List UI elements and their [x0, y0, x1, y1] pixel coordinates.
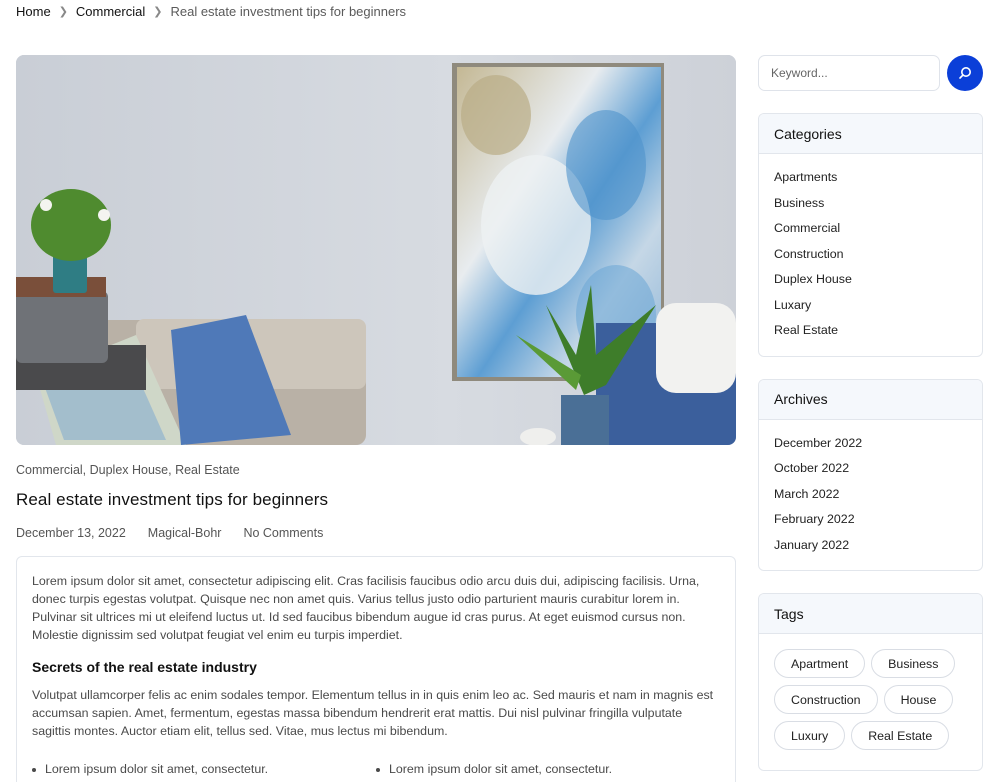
post-comments-link[interactable]: No Comments — [243, 526, 323, 540]
chevron-right-icon: ❯ — [153, 6, 163, 18]
sidebar: Categories Apartments Business Commercia… — [758, 55, 983, 771]
post-content: Lorem ipsum dolor sit amet, consectetur … — [16, 556, 736, 782]
archive-link[interactable]: October 2022 — [774, 461, 849, 475]
tag-pill[interactable]: Apartment — [774, 649, 866, 678]
breadcrumb-home-link[interactable]: Home — [16, 4, 51, 19]
list-item: Lorem ipsum dolor sit amet, consectetur. — [32, 762, 376, 776]
search-form — [758, 55, 983, 91]
post-title: Real estate investment tips for beginner… — [16, 490, 329, 509]
archive-link[interactable]: March 2022 — [774, 487, 839, 501]
post-main: Commercial, Duplex House, Real Estate Re… — [16, 55, 736, 782]
category-link[interactable]: Duplex House — [774, 272, 852, 286]
widget-title: Archives — [759, 379, 982, 420]
post-subheading: Secrets of the real estate industry — [32, 659, 257, 675]
tags-widget: Tags Apartment Business Construction Hou… — [758, 593, 983, 771]
archive-link[interactable]: January 2022 — [774, 538, 849, 552]
post-list: Lorem ipsum dolor sit amet, consectetur.… — [32, 762, 720, 776]
post-date[interactable]: December 13, 2022 — [16, 526, 126, 540]
category-link[interactable]: Commercial — [774, 221, 840, 235]
tag-pill[interactable]: Construction — [774, 685, 878, 714]
post-paragraph: Lorem ipsum dolor sit amet, consectetur … — [32, 574, 700, 642]
archives-widget: Archives December 2022 October 2022 Marc… — [758, 378, 983, 571]
category-link[interactable]: Real Estate — [774, 323, 838, 337]
category-link[interactable]: Luxary — [774, 298, 811, 312]
search-input[interactable] — [758, 55, 940, 91]
categories-widget: Categories Apartments Business Commercia… — [758, 113, 983, 357]
search-button[interactable] — [947, 55, 983, 91]
tag-pill[interactable]: Business — [871, 649, 956, 678]
post-categories[interactable]: Commercial, Duplex House, Real Estate — [16, 463, 736, 477]
breadcrumb: Home ❯ Commercial ❯ Real estate investme… — [16, 4, 406, 19]
widget-title: Categories — [759, 114, 982, 154]
chevron-right-icon: ❯ — [58, 6, 68, 18]
tag-pill[interactable]: Real Estate — [851, 721, 950, 750]
search-icon — [959, 67, 971, 79]
post-meta: December 13, 2022 Magical-Bohr No Commen… — [16, 526, 736, 540]
breadcrumb-category-link[interactable]: Commercial — [76, 4, 145, 19]
featured-image — [16, 55, 736, 445]
archive-link[interactable]: December 2022 — [774, 436, 862, 450]
archive-link[interactable]: February 2022 — [774, 512, 855, 526]
post-paragraph: Volutpat ullamcorper felis ac enim sodal… — [32, 688, 714, 738]
category-link[interactable]: Construction — [774, 247, 844, 261]
category-link[interactable]: Business — [774, 196, 824, 210]
list-item: Lorem ipsum dolor sit amet, consectetur. — [376, 762, 720, 776]
post-author[interactable]: Magical-Bohr — [148, 526, 222, 540]
tag-pill[interactable]: House — [883, 685, 954, 714]
breadcrumb-current: Real estate investment tips for beginner… — [170, 4, 407, 19]
tag-pill[interactable]: Luxury — [774, 721, 846, 750]
widget-title: Tags — [759, 594, 982, 634]
category-link[interactable]: Apartments — [774, 170, 837, 184]
